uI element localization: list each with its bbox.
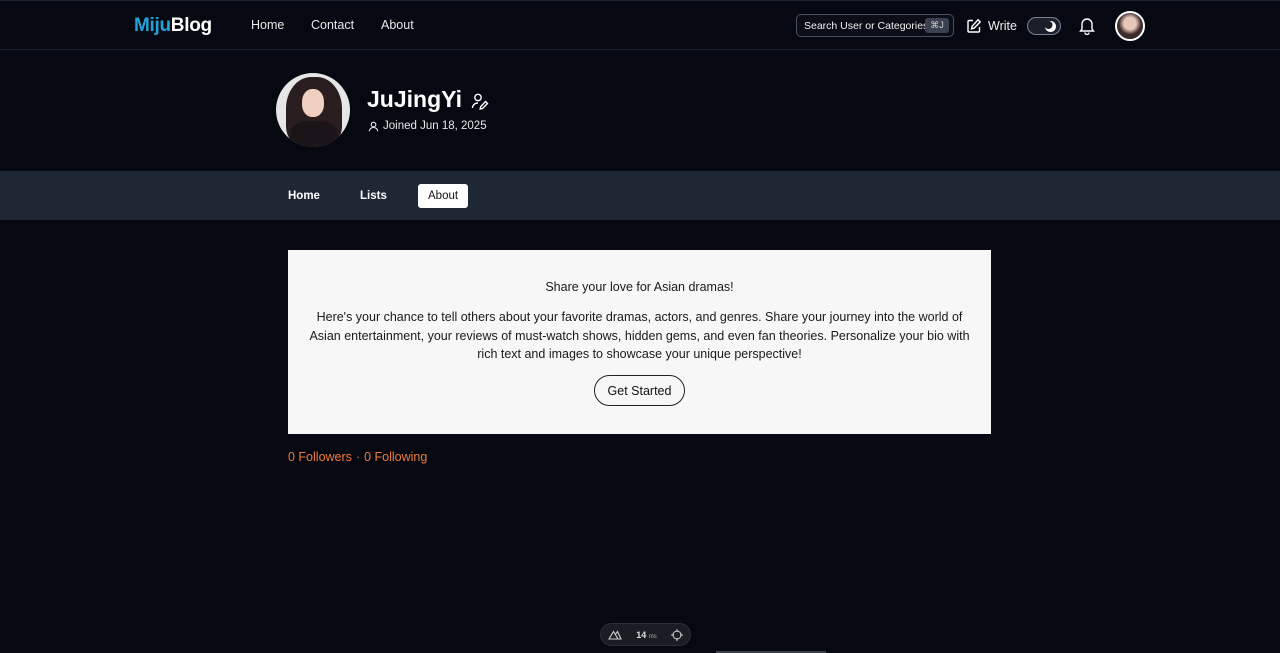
search-shortcut-badge: ⌘J bbox=[925, 18, 949, 33]
render-time-unit: ms bbox=[648, 633, 657, 640]
render-time-value: 14 bbox=[636, 629, 647, 640]
user-icon bbox=[368, 121, 379, 131]
moon-icon bbox=[1044, 21, 1056, 32]
notifications-button[interactable] bbox=[1078, 16, 1096, 40]
write-label: Write bbox=[988, 19, 1017, 33]
user-avatar-menu[interactable] bbox=[1115, 11, 1145, 41]
followers-link[interactable]: 0 Followers bbox=[288, 450, 352, 464]
dev-tools-indicator[interactable]: 14 ms bbox=[600, 623, 691, 646]
tab-about[interactable]: About bbox=[418, 184, 469, 208]
logo-part-miju: Miju bbox=[134, 15, 171, 36]
following-link[interactable]: 0 Following bbox=[364, 450, 427, 464]
avatar-face bbox=[302, 89, 324, 117]
profile-tabbar: Home Lists About bbox=[0, 171, 1280, 220]
about-card-body: Here's your chance to tell others about … bbox=[309, 310, 970, 361]
bell-icon bbox=[1079, 18, 1095, 36]
nav-about-link[interactable]: About bbox=[381, 18, 414, 32]
logo-part-blog: Blog bbox=[170, 15, 212, 36]
top-navbar: MijuBlog Home Contact About ⌘J Write bbox=[0, 0, 1280, 50]
pencil-square-icon bbox=[967, 18, 982, 33]
tab-home[interactable]: Home bbox=[278, 184, 330, 208]
avatar-body bbox=[290, 121, 338, 147]
render-time: 14 ms bbox=[636, 630, 657, 640]
profile-avatar bbox=[276, 73, 350, 147]
nuxt-logo-icon bbox=[608, 629, 622, 640]
theme-toggle[interactable] bbox=[1027, 17, 1061, 35]
search-box: ⌘J bbox=[796, 14, 955, 37]
about-card: Share your love for Asian dramas! Here's… bbox=[288, 250, 991, 434]
get-started-button[interactable]: Get Started bbox=[594, 375, 685, 406]
joined-date: Joined Jun 18, 2025 bbox=[368, 120, 487, 132]
tab-lists[interactable]: Lists bbox=[350, 184, 397, 208]
write-button[interactable]: Write bbox=[966, 16, 1017, 36]
site-logo[interactable]: MijuBlog bbox=[134, 15, 212, 37]
nav-home-link[interactable]: Home bbox=[251, 18, 284, 32]
profile-username: JuJingYi bbox=[367, 86, 462, 112]
nav-contact-link[interactable]: Contact bbox=[311, 18, 354, 32]
user-edit-icon[interactable] bbox=[471, 92, 489, 110]
follow-separator: · bbox=[355, 450, 361, 464]
follow-stats: 0 Followers · 0 Following bbox=[288, 450, 427, 464]
joined-text: Joined Jun 18, 2025 bbox=[383, 120, 487, 132]
crosshair-icon[interactable] bbox=[671, 628, 683, 641]
about-card-title: Share your love for Asian dramas! bbox=[545, 280, 734, 294]
